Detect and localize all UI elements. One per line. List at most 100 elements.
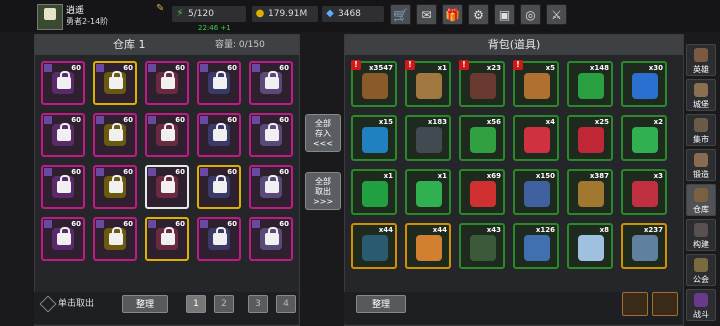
side-nav-item[interactable]: 城堡 [686, 79, 716, 111]
chest-icon[interactable]: ▣ [494, 4, 515, 25]
store-all-button[interactable]: 全部 存入 <<< [305, 114, 341, 152]
side-nav-item[interactable]: 集市 [686, 114, 716, 146]
slot-count: 60 [227, 64, 237, 72]
warehouse-slot[interactable]: 60 [93, 113, 137, 157]
backpack-slot[interactable]: x25 [567, 115, 613, 161]
lock-icon [161, 71, 175, 89]
warehouse-slot[interactable]: 60 [41, 165, 85, 209]
warehouse-slot[interactable]: 60 [145, 217, 189, 261]
warehouse-slot[interactable]: 60 [145, 113, 189, 157]
backpack-slot[interactable]: x1 [405, 169, 451, 215]
rarity-tag [200, 116, 208, 124]
edit-icon[interactable]: ✎ [156, 3, 164, 14]
warehouse-slot[interactable]: 60 [249, 165, 293, 209]
warehouse-slot[interactable]: 60 [41, 61, 85, 105]
slot-count: x183 [427, 118, 447, 126]
mail-icon[interactable]: ✉ [416, 4, 437, 25]
backpack-slot[interactable]: x69 [459, 169, 505, 215]
slot-count: x1 [383, 172, 393, 180]
side-nav-label: 公会 [693, 275, 709, 284]
backpack-slot[interactable]: x150 [513, 169, 559, 215]
side-nav-item[interactable]: 英雄 [686, 44, 716, 76]
rarity-tag [44, 64, 52, 72]
warehouse-slot[interactable]: 60 [197, 217, 241, 261]
warehouse-slot[interactable]: 60 [41, 217, 85, 261]
backpack-header: 背包(道具) [345, 35, 683, 55]
backpack-slot[interactable]: ! x3547 [351, 60, 397, 107]
backpack-slot[interactable]: x1 [351, 169, 397, 215]
side-nav-item[interactable]: 公会 [686, 254, 716, 286]
lock-icon [57, 227, 71, 245]
warehouse-slot[interactable]: 60 [197, 165, 241, 209]
backpack-slot[interactable]: x43 [459, 223, 505, 269]
warehouse-sort-button[interactable]: 整理 [122, 295, 168, 313]
warehouse-slot[interactable]: 60 [41, 113, 85, 157]
warehouse-page-2[interactable]: 2 [214, 295, 234, 313]
backpack-slot[interactable]: x30 [621, 61, 667, 107]
warehouse-slot[interactable]: 60 [145, 61, 189, 105]
side-nav-item[interactable]: 锻造 [686, 149, 716, 181]
side-nav-icon [694, 293, 708, 307]
slot-count: x44 [432, 226, 447, 234]
gold-display: ● 179.91M [252, 6, 318, 22]
backpack-slot[interactable]: x2 [621, 115, 667, 161]
backpack-sort-button[interactable]: 整理 [356, 295, 406, 313]
take-all-button[interactable]: 全部 取出 >>> [305, 172, 341, 210]
settings-icon[interactable]: ⚙ [468, 4, 489, 25]
take-out-hint: 单击取出 [58, 299, 95, 309]
slot-count: 60 [227, 116, 237, 124]
backpack-slot[interactable]: ! x23 [459, 60, 505, 107]
player-avatar[interactable] [37, 4, 63, 30]
gift-icon[interactable]: 🎁 [442, 4, 463, 25]
backpack-bag-icon[interactable] [652, 292, 678, 316]
slot-count: 60 [227, 168, 237, 176]
warehouse-slot[interactable]: 60 [249, 61, 293, 105]
backpack-slot[interactable]: x387 [567, 169, 613, 215]
slot-count: x1 [437, 172, 447, 180]
backpack-slot[interactable]: x15 [351, 115, 397, 161]
item-art [362, 181, 388, 207]
backpack-slot[interactable]: x183 [405, 115, 451, 161]
warehouse-slot[interactable]: 60 [197, 113, 241, 157]
lock-icon [109, 123, 123, 141]
warehouse-capacity: 容量: 0/150 [215, 40, 265, 50]
item-art [632, 73, 658, 99]
backpack-slot[interactable]: x126 [513, 223, 559, 269]
warehouse-slot[interactable]: 60 [93, 217, 137, 261]
rainbow-icon[interactable]: ◎ [520, 4, 541, 25]
warehouse-slot[interactable]: 60 [249, 217, 293, 261]
side-nav-label: 锻造 [693, 170, 709, 179]
backpack-slot[interactable]: x44 [351, 223, 397, 269]
warehouse-slot[interactable]: 60 [197, 61, 241, 105]
warehouse-page-4[interactable]: 4 [276, 295, 296, 313]
backpack-slot[interactable]: ! x5 [513, 60, 559, 107]
shop-icon[interactable]: 🛒 [390, 4, 411, 25]
rarity-tag [252, 116, 260, 124]
item-art [578, 181, 604, 207]
item-art [416, 181, 442, 207]
side-nav-item[interactable]: 战斗 [686, 289, 716, 321]
backpack-slot[interactable]: x44 [405, 223, 451, 269]
sword-icon[interactable]: ⚔ [546, 4, 567, 25]
backpack-slot[interactable]: x148 [567, 61, 613, 107]
side-nav-item[interactable]: 构建 [686, 219, 716, 251]
warehouse-slot[interactable]: 60 [145, 165, 189, 209]
warehouse-page-3[interactable]: 3 [248, 295, 268, 313]
lock-icon [109, 175, 123, 193]
backpack-slot[interactable]: ! x1 [405, 60, 451, 107]
backpack-slot[interactable]: x3 [621, 169, 667, 215]
side-nav-item[interactable]: 仓库 [686, 184, 716, 216]
warehouse-page-1[interactable]: 1 [186, 295, 206, 313]
backpack-slot[interactable]: x4 [513, 115, 559, 161]
slot-count: x8 [599, 226, 609, 234]
rarity-tag [44, 116, 52, 124]
backpack-bag-icon[interactable] [622, 292, 648, 316]
backpack-slot[interactable]: x237 [621, 223, 667, 269]
rarity-tag [148, 64, 156, 72]
backpack-slot[interactable]: x56 [459, 115, 505, 161]
slot-count: x387 [589, 172, 609, 180]
backpack-slot[interactable]: x8 [567, 223, 613, 269]
warehouse-slot[interactable]: 60 [93, 61, 137, 105]
warehouse-slot[interactable]: 60 [249, 113, 293, 157]
warehouse-slot[interactable]: 60 [93, 165, 137, 209]
